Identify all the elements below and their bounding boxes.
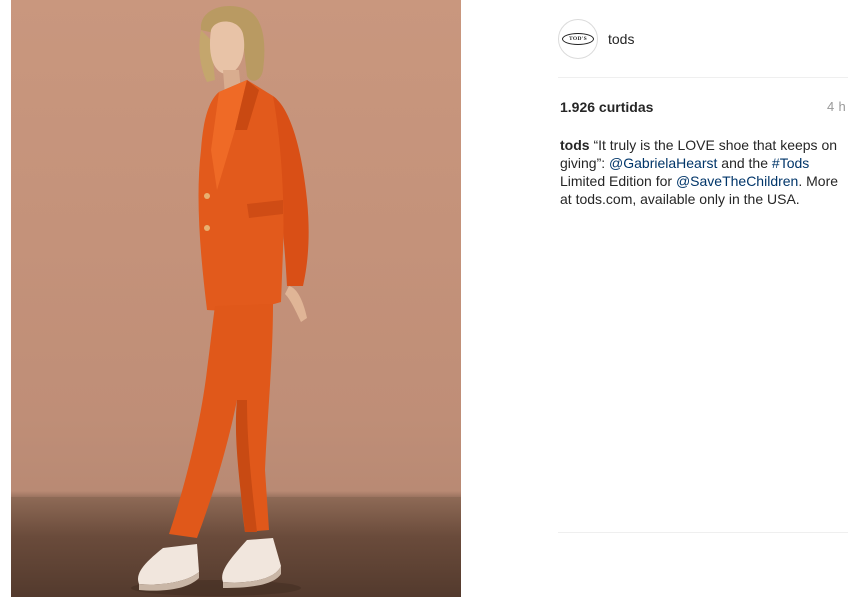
caption-username[interactable]: tods xyxy=(560,137,590,153)
hashtag-link[interactable]: #Tods xyxy=(772,155,809,171)
avatar[interactable]: TOD'S xyxy=(558,19,598,59)
divider xyxy=(558,77,848,78)
post-timestamp[interactable]: 4 h xyxy=(827,99,846,114)
post-details-panel: TOD'S tods 1.926 curtidas 4 h tods “It t… xyxy=(461,0,855,597)
likes-count[interactable]: 1.926 curtidas xyxy=(560,99,653,115)
divider xyxy=(558,532,848,533)
model-illustration xyxy=(131,6,309,596)
caption-text: and the xyxy=(717,155,772,171)
mention-link[interactable]: @SaveTheChildren xyxy=(676,173,798,189)
brand-logo-text: TOD'S xyxy=(569,36,587,42)
post-header: TOD'S tods xyxy=(461,0,855,78)
post-caption: tods “It truly is the LOVE shoe that kee… xyxy=(560,136,850,208)
brand-logo-icon: TOD'S xyxy=(562,33,594,45)
caption-text: Limited Edition for xyxy=(560,173,676,189)
post-photo[interactable] xyxy=(11,0,461,597)
mention-link[interactable]: @GabrielaHearst xyxy=(609,155,717,171)
username-link[interactable]: tods xyxy=(608,31,634,47)
